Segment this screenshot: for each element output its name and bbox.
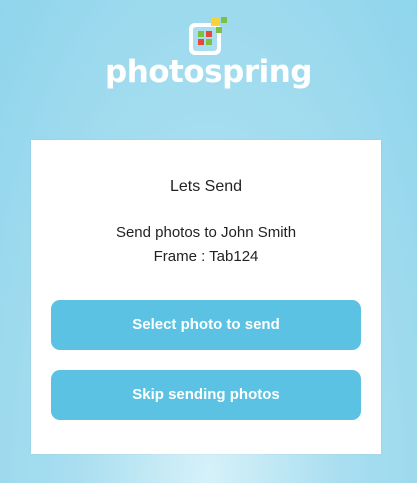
select-photo-button[interactable]: Select photo to send [51, 300, 361, 350]
skip-sending-button[interactable]: Skip sending photos [51, 370, 361, 420]
header: photospring [0, 0, 417, 120]
send-card: Lets Send Send photos to John Smith Fram… [31, 140, 381, 454]
card-title: Lets Send [169, 178, 243, 195]
recipient-text: Send photos to John Smith [115, 224, 297, 241]
photospring-logo-icon [189, 17, 227, 55]
brand-wordmark: photospring [105, 54, 313, 90]
frame-text: Frame : Tab124 [153, 248, 259, 265]
